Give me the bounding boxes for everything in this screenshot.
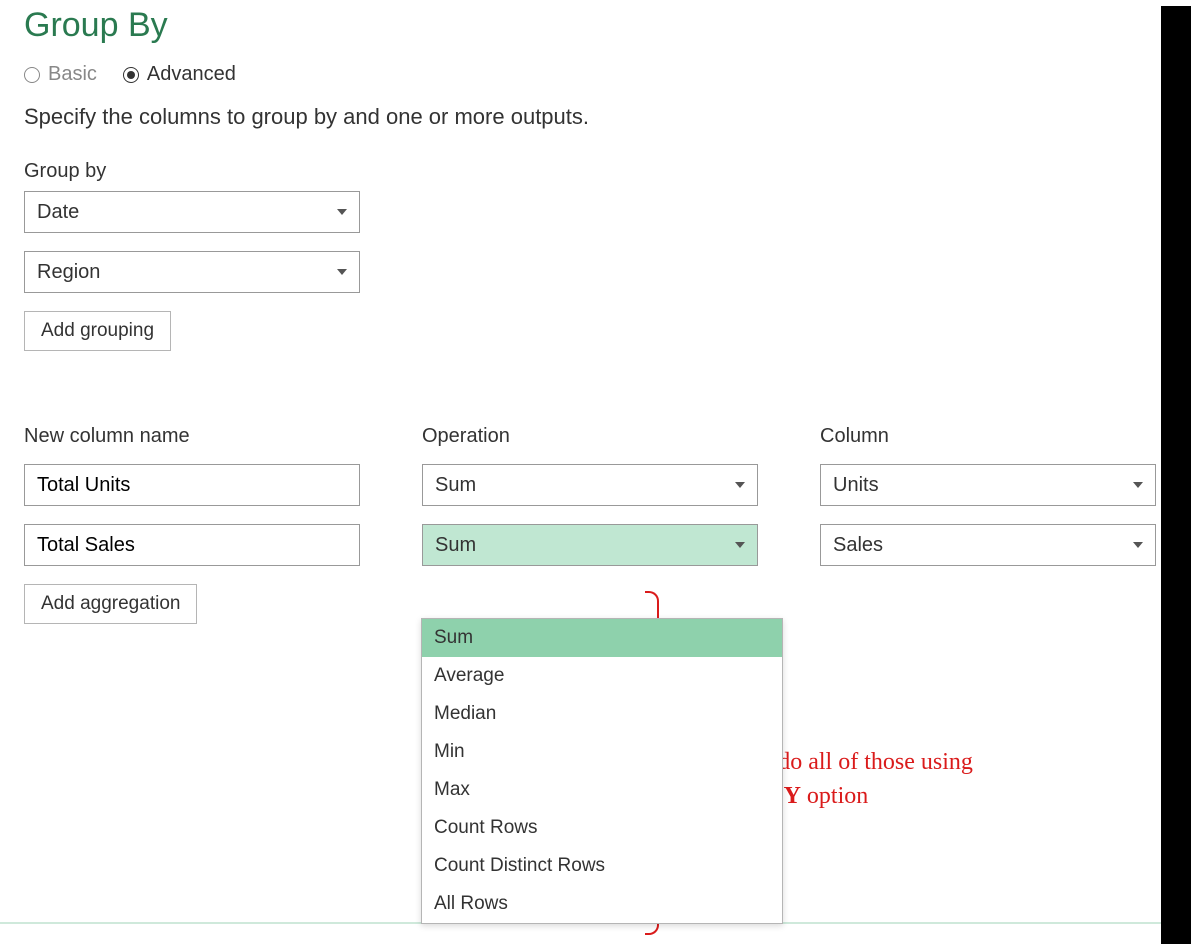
agg-column-select-0[interactable]: Units bbox=[820, 464, 1156, 506]
chevron-down-icon bbox=[1133, 542, 1143, 548]
new-column-name-label: New column name bbox=[24, 425, 360, 448]
operation-option[interactable]: Min bbox=[422, 733, 782, 771]
radio-basic[interactable]: Basic bbox=[24, 63, 97, 86]
radio-basic-label: Basic bbox=[48, 63, 97, 86]
radio-advanced[interactable]: Advanced bbox=[123, 63, 236, 86]
column-label: Column bbox=[820, 425, 1156, 448]
crop-bar-right bbox=[1161, 6, 1191, 944]
groupby-select-0-value: Date bbox=[37, 201, 79, 224]
instruction-text: Specify the columns to group by and one … bbox=[24, 104, 1167, 130]
chevron-down-icon bbox=[337, 269, 347, 275]
operation-option[interactable]: Average bbox=[422, 657, 782, 695]
agg-operation-select-0[interactable]: Sum bbox=[422, 464, 758, 506]
dialog-title: Group By bbox=[24, 6, 1167, 45]
radio-circle-icon bbox=[24, 67, 40, 83]
agg-column-select-1[interactable]: Sales bbox=[820, 524, 1156, 566]
mode-radio-group: Basic Advanced bbox=[24, 63, 1167, 86]
agg-column-value-1: Sales bbox=[833, 534, 883, 557]
agg-operation-value-0: Sum bbox=[435, 474, 476, 497]
operation-option[interactable]: Median bbox=[422, 695, 782, 733]
operation-label: Operation bbox=[422, 425, 758, 448]
groupby-select-0[interactable]: Date bbox=[24, 191, 360, 233]
chevron-down-icon bbox=[1133, 482, 1143, 488]
operation-option[interactable]: Max bbox=[422, 771, 782, 809]
agg-name-input-1[interactable] bbox=[24, 524, 360, 566]
add-aggregation-button[interactable]: Add aggregation bbox=[24, 584, 197, 624]
operation-option[interactable]: Sum bbox=[422, 619, 782, 657]
add-grouping-button[interactable]: Add grouping bbox=[24, 311, 171, 351]
agg-column-value-0: Units bbox=[833, 474, 879, 497]
radio-advanced-label: Advanced bbox=[147, 63, 236, 86]
groupby-select-1-value: Region bbox=[37, 261, 100, 284]
annotation-after: option bbox=[801, 783, 868, 809]
groupby-label: Group by bbox=[24, 160, 1167, 183]
chevron-down-icon bbox=[337, 209, 347, 215]
agg-operation-value-1: Sum bbox=[435, 534, 476, 557]
operation-option[interactable]: All Rows bbox=[422, 885, 782, 923]
chevron-down-icon bbox=[735, 542, 745, 548]
operation-option[interactable]: Count Distinct Rows bbox=[422, 847, 782, 885]
operation-option[interactable]: Count Rows bbox=[422, 809, 782, 847]
agg-name-input-0[interactable] bbox=[24, 464, 360, 506]
radio-circle-icon bbox=[123, 67, 139, 83]
operation-dropdown-menu[interactable]: SumAverageMedianMinMaxCount RowsCount Di… bbox=[421, 618, 783, 924]
groupby-select-1[interactable]: Region bbox=[24, 251, 360, 293]
chevron-down-icon bbox=[735, 482, 745, 488]
agg-operation-select-1[interactable]: Sum bbox=[422, 524, 758, 566]
